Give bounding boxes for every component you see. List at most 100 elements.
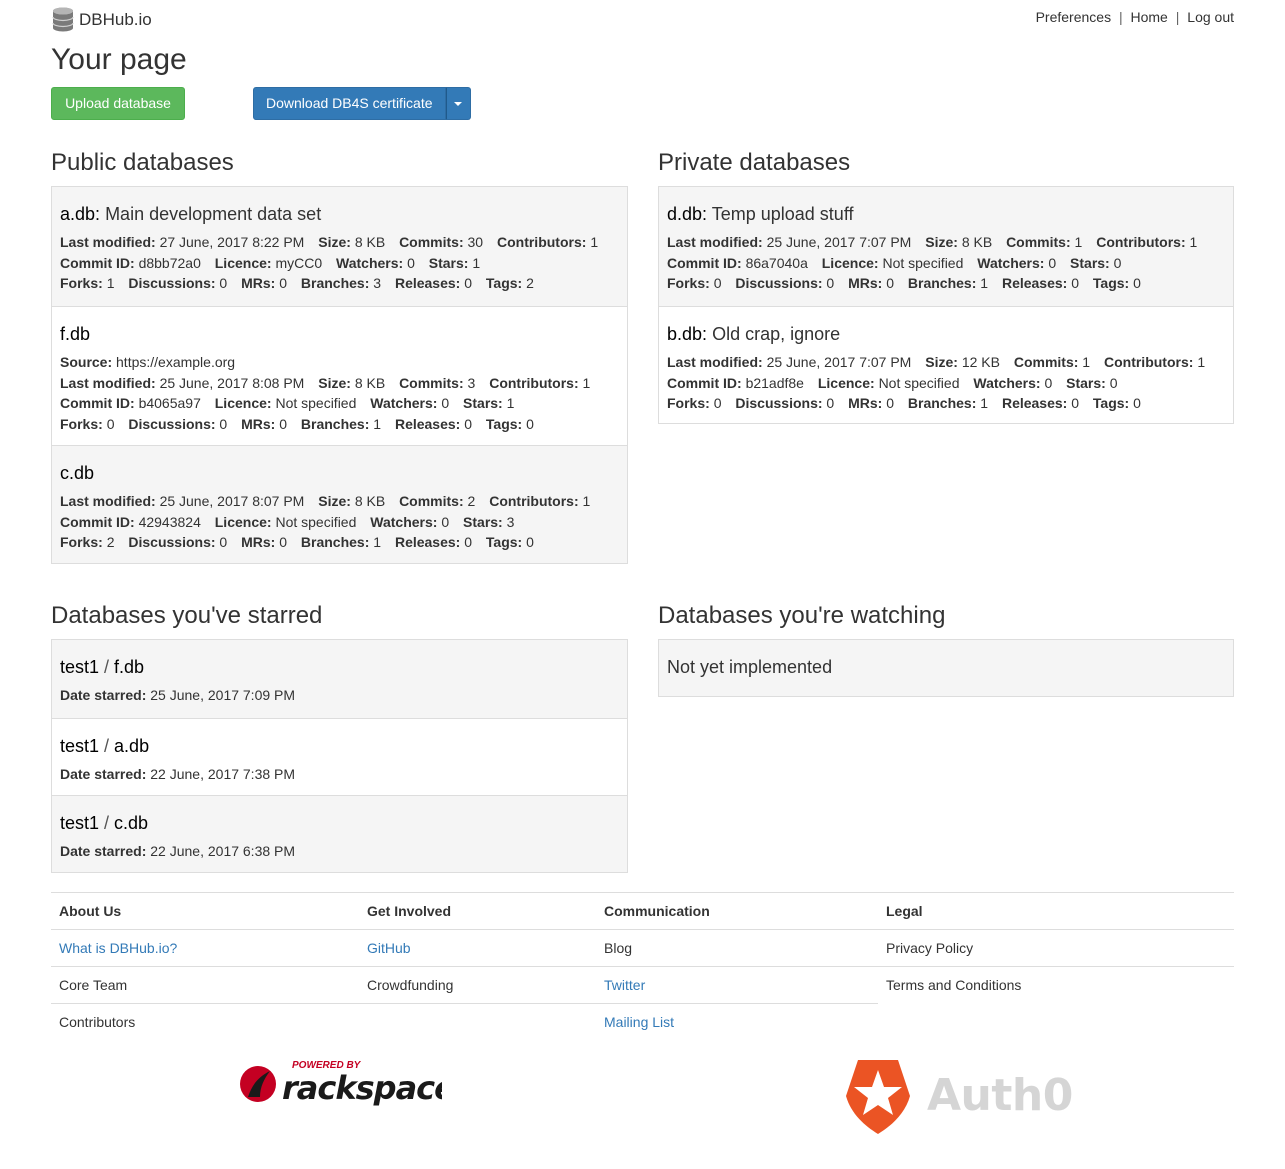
stars-value: 1: [506, 395, 515, 411]
meta-label: Discussions:: [735, 275, 823, 291]
stars-value: 0: [1113, 254, 1122, 271]
contributors-value: 1: [1197, 354, 1206, 370]
starred-list-item: test1 / a.db Date starred: 22 June, 2017…: [52, 718, 627, 795]
commit-id-value: d8bb72a0: [138, 254, 201, 271]
database-name-link[interactable]: f.db: [114, 657, 144, 677]
meta-label: Commit ID:: [60, 513, 135, 530]
stars-value: 3: [506, 513, 515, 530]
starred-list-item: test1 / f.db Date starred: 25 June, 2017…: [52, 640, 627, 718]
meta-label: Commits:: [399, 234, 464, 250]
site-name: DBHub.io: [79, 9, 152, 29]
footer-link-twitter[interactable]: Twitter: [604, 977, 645, 993]
meta-label: Forks:: [667, 275, 710, 291]
branches-value: 3: [373, 275, 382, 291]
meta-label: Forks:: [667, 395, 710, 411]
database-name-link[interactable]: a.db: [114, 736, 149, 756]
meta-line: Commit ID: 86a7040a Licence: Not specifi…: [667, 253, 1225, 274]
auth0-wordmark: Auth0: [927, 1069, 1073, 1121]
meta-line: Source: https://example.org: [60, 352, 619, 373]
mrs-value: 0: [886, 275, 895, 291]
rackspace-logo[interactable]: POWERED BY rackspace: [238, 1057, 456, 1113]
meta-label: Forks:: [60, 415, 103, 432]
meta-label: Commit ID:: [60, 254, 135, 271]
commit-id-value: 42943824: [138, 513, 201, 530]
mrs-value: 0: [279, 415, 288, 432]
database-name-link[interactable]: c.db: [114, 813, 148, 833]
database-name-link[interactable]: b.db: [667, 324, 702, 344]
meta-label: Licence:: [214, 513, 272, 530]
meta-label: Discussions:: [128, 534, 216, 550]
site-logo[interactable]: DBHub.io: [51, 7, 152, 33]
meta-line: Commit ID: 42943824 Licence: Not specifi…: [60, 512, 619, 533]
meta-line: Date starred: 25 June, 2017 7:09 PM: [60, 685, 619, 706]
database-name-link[interactable]: d.db: [667, 204, 702, 224]
meta-label: Last modified:: [60, 374, 156, 391]
auth0-logo[interactable]: Auth0: [845, 1058, 1073, 1134]
database-name-link[interactable]: c.db: [60, 463, 94, 483]
tags-value: 0: [1133, 395, 1141, 411]
meta-label: Stars:: [463, 513, 503, 530]
nav-home-link[interactable]: Home: [1131, 9, 1168, 25]
tags-value: 0: [526, 415, 534, 432]
meta-label: Commits:: [399, 374, 464, 391]
footer-row: GitHub: [359, 930, 596, 967]
owner-link[interactable]: test1: [60, 736, 99, 756]
download-cert-button[interactable]: Download DB4S certificate: [253, 87, 446, 120]
forks-value: 0: [713, 395, 722, 411]
path-separator: /: [99, 657, 115, 677]
footer-link-what-is[interactable]: What is DBHub.io?: [59, 940, 177, 956]
meta-label: Last modified:: [60, 493, 156, 509]
meta-line: Forks: 0 Discussions: 0 MRs: 0 Branches:…: [667, 273, 1225, 294]
date-starred-value: 22 June, 2017 6:38 PM: [150, 843, 296, 859]
meta-label: MRs:: [241, 275, 276, 291]
meta-label: Releases:: [1001, 395, 1068, 411]
meta-line: Forks: 0 Discussions: 0 MRs: 0 Branches:…: [667, 393, 1225, 414]
size-value: 8 KB: [354, 234, 386, 250]
upload-database-button[interactable]: Upload database: [51, 87, 185, 120]
meta-label: Branches:: [300, 275, 370, 291]
owner-link[interactable]: test1: [60, 813, 99, 833]
database-icon: [52, 7, 74, 32]
commit-id-value: b4065a97: [138, 395, 201, 411]
footer-heading: Get Involved: [359, 893, 596, 930]
meta-label: Last modified:: [667, 234, 763, 250]
not-implemented-text: Not yet implemented: [667, 657, 833, 677]
database-list-item: b.db: Old crap, ignore Last modified: 25…: [659, 306, 1233, 423]
meta-line: Forks: 1 Discussions: 0 MRs: 0 Branches:…: [60, 273, 619, 294]
footer-heading: Communication: [596, 893, 878, 930]
meta-label: Tags:: [485, 415, 523, 432]
meta-label: Stars:: [1066, 374, 1106, 391]
meta-label: MRs:: [241, 415, 276, 432]
meta-label: Watchers:: [370, 513, 438, 530]
licence-value: Not specified: [275, 395, 357, 411]
footer-row: Twitter: [596, 967, 878, 1004]
releases-value: 0: [1071, 395, 1080, 411]
private-databases-panel: d.db: Temp upload stuff Last modified: 2…: [658, 186, 1234, 424]
path-separator: /: [99, 736, 115, 756]
meta-label: Date starred:: [60, 843, 147, 859]
download-cert-dropdown-toggle[interactable]: [445, 87, 471, 120]
footer-link-mailing-list[interactable]: Mailing List: [604, 1014, 674, 1030]
footer-row: Mailing List: [596, 1004, 878, 1041]
nav-preferences-link[interactable]: Preferences: [1036, 9, 1111, 25]
date-starred-value: 25 June, 2017 7:09 PM: [150, 687, 296, 703]
meta-label: MRs:: [848, 275, 883, 291]
size-value: 8 KB: [961, 234, 993, 250]
tags-value: 0: [1133, 275, 1141, 291]
meta-label: Contributors:: [1103, 354, 1194, 370]
commit-id-value: b21adf8e: [745, 374, 804, 391]
meta-line: Forks: 2 Discussions: 0 MRs: 0 Branches:…: [60, 532, 619, 553]
footer-row: Blog: [596, 930, 878, 967]
owner-link[interactable]: test1: [60, 657, 99, 677]
database-name-link[interactable]: a.db: [60, 204, 95, 224]
nav-logout-link[interactable]: Log out: [1187, 9, 1234, 25]
licence-value: Not specified: [878, 374, 960, 391]
footer-link-github[interactable]: GitHub: [367, 940, 411, 956]
footer-heading: About Us: [51, 893, 359, 930]
meta-line: Last modified: 25 June, 2017 7:07 PM Siz…: [667, 232, 1225, 253]
meta-label: Contributors:: [489, 374, 579, 391]
database-name-link[interactable]: f.db: [60, 324, 90, 344]
meta-label: MRs:: [241, 534, 276, 550]
watchers-value: 0: [407, 254, 415, 271]
forks-value: 1: [106, 275, 115, 291]
